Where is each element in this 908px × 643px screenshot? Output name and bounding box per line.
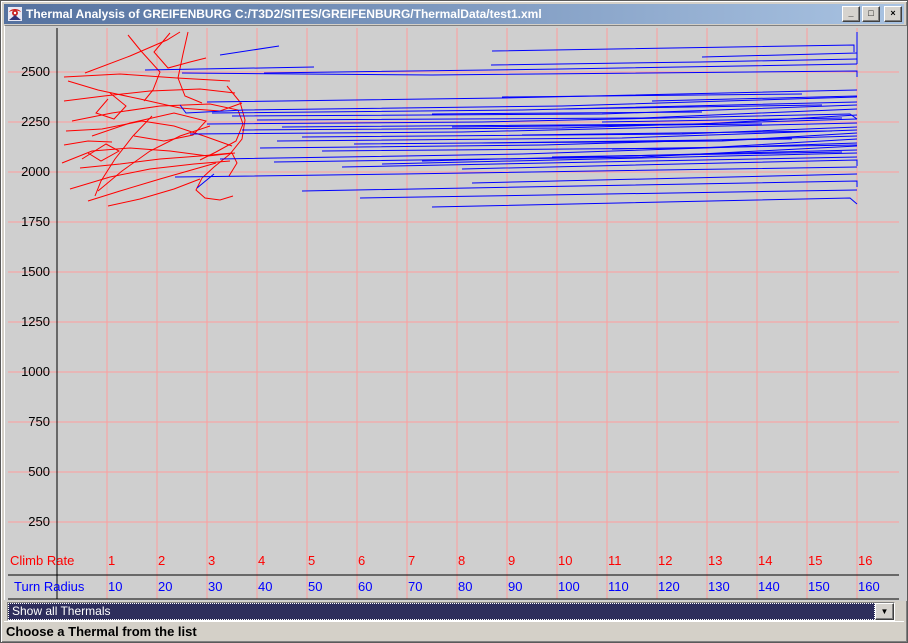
turn-radius-tick-label: 150 [808, 579, 830, 594]
climb-rate-tick-label: 11 [608, 553, 622, 568]
climb-rate-tick-label: 15 [808, 553, 822, 568]
maximize-button[interactable]: □ [862, 6, 880, 22]
turn-radius-tick-label: 160 [858, 579, 880, 594]
climb-rate-tick-label: 16 [858, 553, 872, 568]
climb-rate-tick-label: 8 [458, 553, 465, 568]
turn-radius-tick-label: 80 [458, 579, 472, 594]
climb-rate-tick-label: 12 [658, 553, 672, 568]
y-tick-label: 1500 [21, 264, 50, 279]
turn-radius-tick-label: 10 [108, 579, 122, 594]
turn-radius-tick-label: 120 [658, 579, 680, 594]
window-controls: _ □ × [842, 6, 902, 22]
y-tick-label: 1750 [21, 214, 50, 229]
thermal-chart-panel: 2500 2250 2000 1750 1500 1250 1000 750 500 250 Cli… [4, 25, 907, 601]
y-tick-label: 2500 [21, 64, 50, 79]
turn-radius-tick-label: 130 [708, 579, 730, 594]
climb-rate-tick-label: 10 [558, 553, 572, 568]
y-tick-label: 250 [28, 514, 50, 529]
turn-radius-tick-label: 70 [408, 579, 422, 594]
y-tick-label: 1000 [21, 364, 50, 379]
thermal-select-combobox[interactable]: Show all Thermals ▼ [7, 602, 895, 621]
status-bar-text: Choose a Thermal from the list [6, 624, 197, 639]
title-bar[interactable]: Thermal Analysis of GREIFENBURG C:/T3D2/… [4, 4, 904, 24]
minimize-button[interactable]: _ [842, 6, 860, 22]
turn-radius-tick-label: 50 [308, 579, 322, 594]
status-bar: Choose a Thermal from the list [4, 621, 904, 639]
climb-rate-axis-label: Climb Rate [10, 553, 74, 568]
climb-rate-tick-label: 4 [258, 553, 265, 568]
turn-radius-tick-label: 110 [608, 579, 629, 594]
chevron-down-icon: ▼ [880, 607, 889, 616]
window-title: Thermal Analysis of GREIFENBURG C:/T3D2/… [26, 7, 542, 21]
y-tick-label: 500 [28, 464, 50, 479]
turn-radius-tick-label: 100 [558, 579, 580, 594]
climb-rate-tick-label: 6 [358, 553, 365, 568]
combobox-selected-value[interactable]: Show all Thermals [8, 603, 875, 620]
app-icon [8, 7, 22, 21]
app-window: Thermal Analysis of GREIFENBURG C:/T3D2/… [0, 0, 908, 643]
turn-radius-tick-label: 20 [158, 579, 172, 594]
turn-radius-tick-label: 60 [358, 579, 372, 594]
y-tick-label: 2000 [21, 164, 50, 179]
turn-radius-axis-label: Turn Radius [14, 579, 85, 594]
turn-radius-tick-label: 40 [258, 579, 272, 594]
close-button[interactable]: × [884, 6, 902, 22]
climb-rate-tick-label: 9 [508, 553, 515, 568]
y-tick-label: 750 [28, 414, 50, 429]
climb-rate-tick-label: 7 [408, 553, 415, 568]
y-tick-label: 1250 [21, 314, 50, 329]
turn-radius-tick-label: 140 [758, 579, 780, 594]
climb-rate-tick-label: 3 [208, 553, 215, 568]
turn-radius-tick-label: 90 [508, 579, 522, 594]
climb-rate-tick-label: 13 [708, 553, 722, 568]
combobox-dropdown-button[interactable]: ▼ [875, 603, 894, 620]
climb-rate-tick-label: 14 [758, 553, 772, 568]
climb-rate-tick-label: 5 [308, 553, 315, 568]
y-tick-label: 2250 [21, 114, 50, 129]
thermal-chart: 2500225020001750150012501000750500250Cli… [5, 26, 907, 601]
climb-rate-tick-label: 2 [158, 553, 165, 568]
turn-radius-tick-label: 30 [208, 579, 222, 594]
climb-rate-tick-label: 1 [108, 553, 115, 568]
